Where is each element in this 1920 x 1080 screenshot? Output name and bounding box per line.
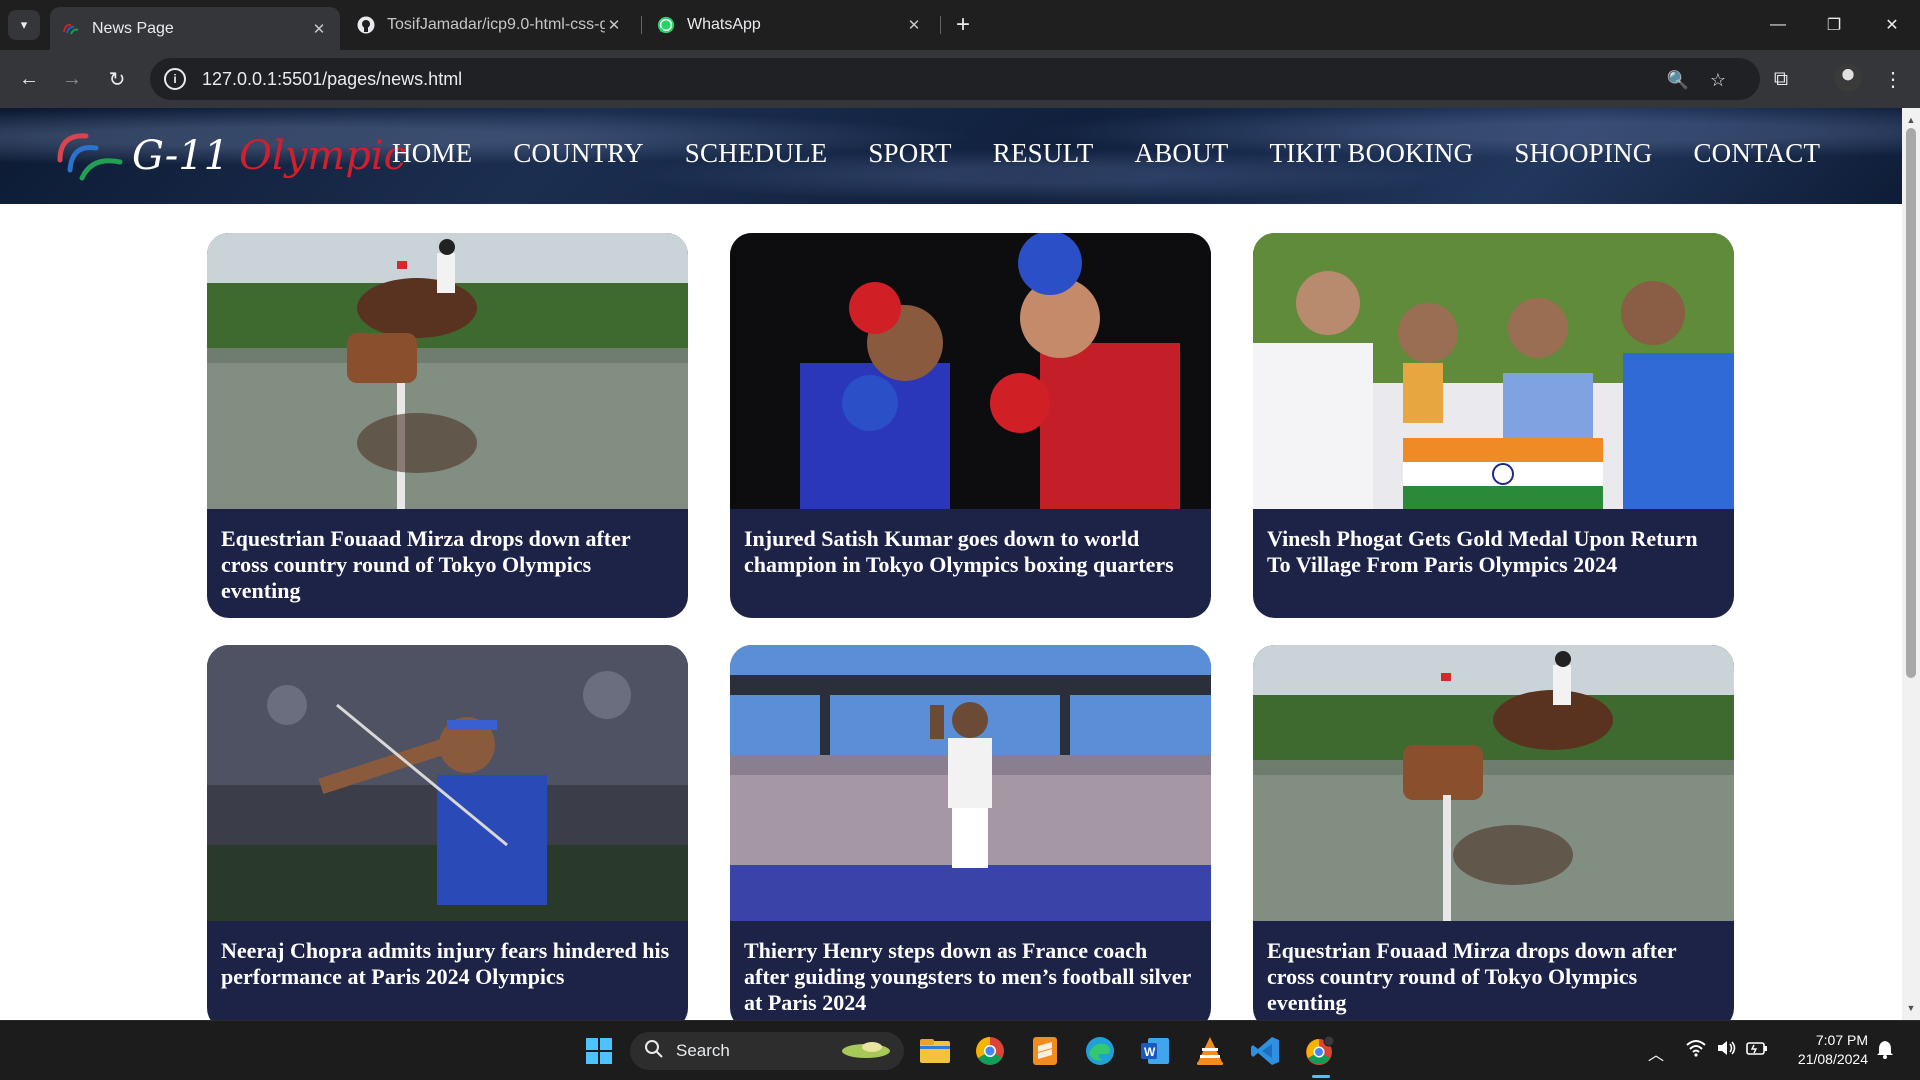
main-navigation: HOME COUNTRY SCHEDULE SPORT RESULT ABOUT… <box>392 138 1861 169</box>
news-card[interactable]: Neeraj Chopra admits injury fears hinder… <box>207 645 688 1020</box>
news-headline[interactable]: Injured Satish Kumar goes down to world … <box>730 509 1211 592</box>
back-arrow-icon[interactable]: ← <box>14 64 44 94</box>
equestrian-photo <box>1253 645 1734 921</box>
browser-toolbar: ← → ↻ i 127.0.0.1:5501/pages/news.html 🔍… <box>0 50 1920 108</box>
active-app-indicator <box>1312 1075 1330 1078</box>
volume-icon[interactable] <box>1716 1039 1738 1062</box>
tab-news-page[interactable]: News Page ✕ <box>50 7 340 50</box>
scroll-down-arrow-icon[interactable]: ▼ <box>1902 1000 1920 1016</box>
tab-separator <box>940 16 941 34</box>
scroll-thumb[interactable] <box>1906 128 1916 678</box>
battery-icon[interactable] <box>1746 1039 1768 1062</box>
word-icon[interactable]: W <box>1137 1033 1173 1069</box>
tab-close-icon[interactable]: ✕ <box>605 16 623 34</box>
tab-whatsapp[interactable]: WhatsApp ✕ <box>645 7 935 43</box>
tab-close-icon[interactable]: ✕ <box>905 16 923 34</box>
news-headline[interactable]: Equestrian Fouaad Mirza drops down after… <box>1253 921 1734 1020</box>
tab-title: TosifJamadar/icp9.0-html-css-g <box>387 16 605 33</box>
taskbar-search[interactable]: Search <box>630 1032 904 1070</box>
minimize-icon[interactable]: — <box>1758 8 1798 42</box>
equestrian-photo <box>207 233 688 509</box>
tray-overflow-chevron-icon[interactable]: ︿ <box>1648 1041 1664 1065</box>
notification-bell-icon[interactable] <box>1876 1039 1894 1064</box>
clock-date: 21/08/2024 <box>1797 1051 1868 1067</box>
nav-schedule[interactable]: SCHEDULE <box>685 138 828 169</box>
url-text[interactable]: 127.0.0.1:5501/pages/news.html <box>202 69 462 90</box>
restore-icon[interactable]: ❐ <box>1814 8 1854 42</box>
news-headline[interactable]: Neeraj Chopra admits injury fears hinder… <box>207 921 688 1004</box>
browser-tab-strip: ▾ News Page ✕ TosifJamadar/icp9.0-html-c… <box>0 0 1920 50</box>
news-card[interactable]: Thierry Henry steps down as France coach… <box>730 645 1211 1020</box>
nav-ticket-booking[interactable]: TIKIT BOOKING <box>1270 138 1474 169</box>
news-headline[interactable]: Equestrian Fouaad Mirza drops down after… <box>207 509 688 618</box>
stadium-photo <box>730 645 1211 921</box>
news-headline[interactable]: Thierry Henry steps down as France coach… <box>730 921 1211 1020</box>
zoom-icon[interactable]: 🔍 <box>1666 68 1690 92</box>
tab-title: WhatsApp <box>687 16 761 33</box>
close-window-icon[interactable]: ✕ <box>1872 8 1912 42</box>
file-explorer-icon[interactable] <box>917 1033 953 1069</box>
tab-close-icon[interactable]: ✕ <box>310 20 328 38</box>
celebration-photo <box>1253 233 1734 509</box>
menu-kebab-icon[interactable]: ⋮ <box>1878 64 1908 94</box>
clock-time: 7:07 PM <box>1815 1032 1868 1048</box>
javelin-photo <box>207 645 688 921</box>
nav-result[interactable]: RESULT <box>993 138 1094 169</box>
system-clock[interactable]: 7:07 PM 21/08/2024 <box>1788 1031 1868 1069</box>
logo-text-g11: G-11 <box>132 133 230 179</box>
paralympics-favicon-icon <box>62 20 80 38</box>
news-card[interactable]: Equestrian Fouaad Mirza drops down after… <box>1253 645 1734 1020</box>
sublime-text-icon[interactable] <box>1027 1033 1063 1069</box>
scroll-up-arrow-icon[interactable]: ▲ <box>1902 112 1920 128</box>
new-tab-button[interactable]: + <box>950 11 976 38</box>
tab-search-chevron-icon[interactable]: ▾ <box>8 10 40 40</box>
search-label: Search <box>676 1041 730 1060</box>
whatsapp-icon <box>657 16 675 34</box>
page-viewport: G-11 Olympic HOME COUNTRY SCHEDULE SPORT… <box>0 108 1902 1020</box>
site-info-icon[interactable]: i <box>164 68 186 90</box>
nav-country[interactable]: COUNTRY <box>513 138 643 169</box>
nav-home[interactable]: HOME <box>392 138 472 169</box>
nav-sport[interactable]: SPORT <box>868 138 951 169</box>
wifi-icon[interactable] <box>1686 1039 1706 1062</box>
site-logo[interactable]: G-11 Olympic <box>50 114 406 198</box>
bookmark-star-icon[interactable]: ☆ <box>1706 68 1730 92</box>
news-card[interactable]: Injured Satish Kumar goes down to world … <box>730 233 1211 618</box>
news-card[interactable]: Equestrian Fouaad Mirza drops down after… <box>207 233 688 618</box>
paralympic-agitos-logo-icon <box>57 133 123 181</box>
svg-text:W: W <box>1144 1045 1156 1059</box>
chrome-icon[interactable] <box>972 1033 1008 1069</box>
address-bar[interactable]: i 127.0.0.1:5501/pages/news.html 🔍 ☆ <box>150 58 1760 100</box>
edge-icon[interactable] <box>1082 1033 1118 1069</box>
vlc-icon[interactable] <box>1192 1033 1228 1069</box>
boxing-photo <box>730 233 1211 509</box>
search-highlight-icon <box>838 1036 894 1067</box>
github-icon <box>357 16 375 34</box>
tab-title: News Page <box>92 19 174 37</box>
forward-arrow-icon[interactable]: → <box>57 64 87 94</box>
windows-taskbar: Search W ︿ 7:07 PM 21/08/2024 <box>0 1020 1920 1080</box>
nav-shopping[interactable]: SHOOPING <box>1514 138 1652 169</box>
windows-start-icon[interactable] <box>581 1033 617 1069</box>
nav-about[interactable]: ABOUT <box>1135 138 1229 169</box>
profile-avatar[interactable] <box>1834 64 1862 92</box>
page-scrollbar[interactable]: ▲ ▼ <box>1902 108 1920 1020</box>
reload-icon[interactable]: ↻ <box>102 64 132 94</box>
tab-github[interactable]: TosifJamadar/icp9.0-html-css-g ✕ <box>345 7 635 43</box>
nav-contact[interactable]: CONTACT <box>1693 138 1820 169</box>
news-card[interactable]: Vinesh Phogat Gets Gold Medal Upon Retur… <box>1253 233 1734 618</box>
search-icon <box>644 1039 664 1064</box>
chrome-active-icon[interactable] <box>1302 1033 1338 1069</box>
tab-separator <box>641 16 642 34</box>
news-headline[interactable]: Vinesh Phogat Gets Gold Medal Upon Retur… <box>1253 509 1734 592</box>
logo-text-olympic: Olympic <box>239 133 407 179</box>
vscode-icon[interactable] <box>1247 1033 1283 1069</box>
extensions-puzzle-icon[interactable]: ⧉ <box>1766 64 1796 94</box>
site-header: G-11 Olympic HOME COUNTRY SCHEDULE SPORT… <box>0 108 1902 204</box>
